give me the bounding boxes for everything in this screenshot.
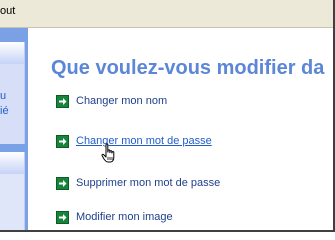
green-arrow-icon bbox=[56, 210, 69, 224]
task-change-picture[interactable]: Modifier mon image bbox=[56, 209, 173, 225]
green-arrow-icon bbox=[56, 176, 69, 190]
menu-bar: out bbox=[0, 0, 335, 28]
sidebar-panel-header[interactable] bbox=[0, 42, 24, 64]
task-label: Changer mon nom bbox=[76, 95, 168, 107]
task-label: Supprimer mon mot de passe bbox=[76, 177, 221, 189]
green-arrow-icon bbox=[56, 94, 69, 108]
sidebar-link-1[interactable]: u bbox=[0, 90, 6, 102]
task-label: Changer mon mot de passe bbox=[76, 135, 212, 147]
task-change-name[interactable]: Changer mon nom bbox=[56, 93, 167, 109]
task-sidebar: u ié bbox=[0, 28, 28, 232]
sidebar-link-2[interactable]: ié bbox=[0, 105, 9, 117]
window-frame-bottom bbox=[0, 230, 335, 232]
page-title: Que voulez-vous modifier da bbox=[51, 57, 325, 79]
hand-pointer-icon bbox=[101, 143, 119, 165]
task-remove-password[interactable]: Supprimer mon mot de passe bbox=[56, 175, 220, 191]
task-change-password[interactable]: Changer mon mot de passe bbox=[56, 133, 212, 149]
sidebar-panel-bottom bbox=[0, 152, 25, 232]
sidebar-panel-top: u ié bbox=[0, 42, 25, 144]
menu-item-about[interactable]: out bbox=[0, 5, 15, 17]
sidebar-panel-header-2[interactable] bbox=[0, 152, 24, 174]
green-arrow-icon bbox=[56, 134, 69, 148]
task-label: Modifier mon image bbox=[76, 211, 173, 223]
